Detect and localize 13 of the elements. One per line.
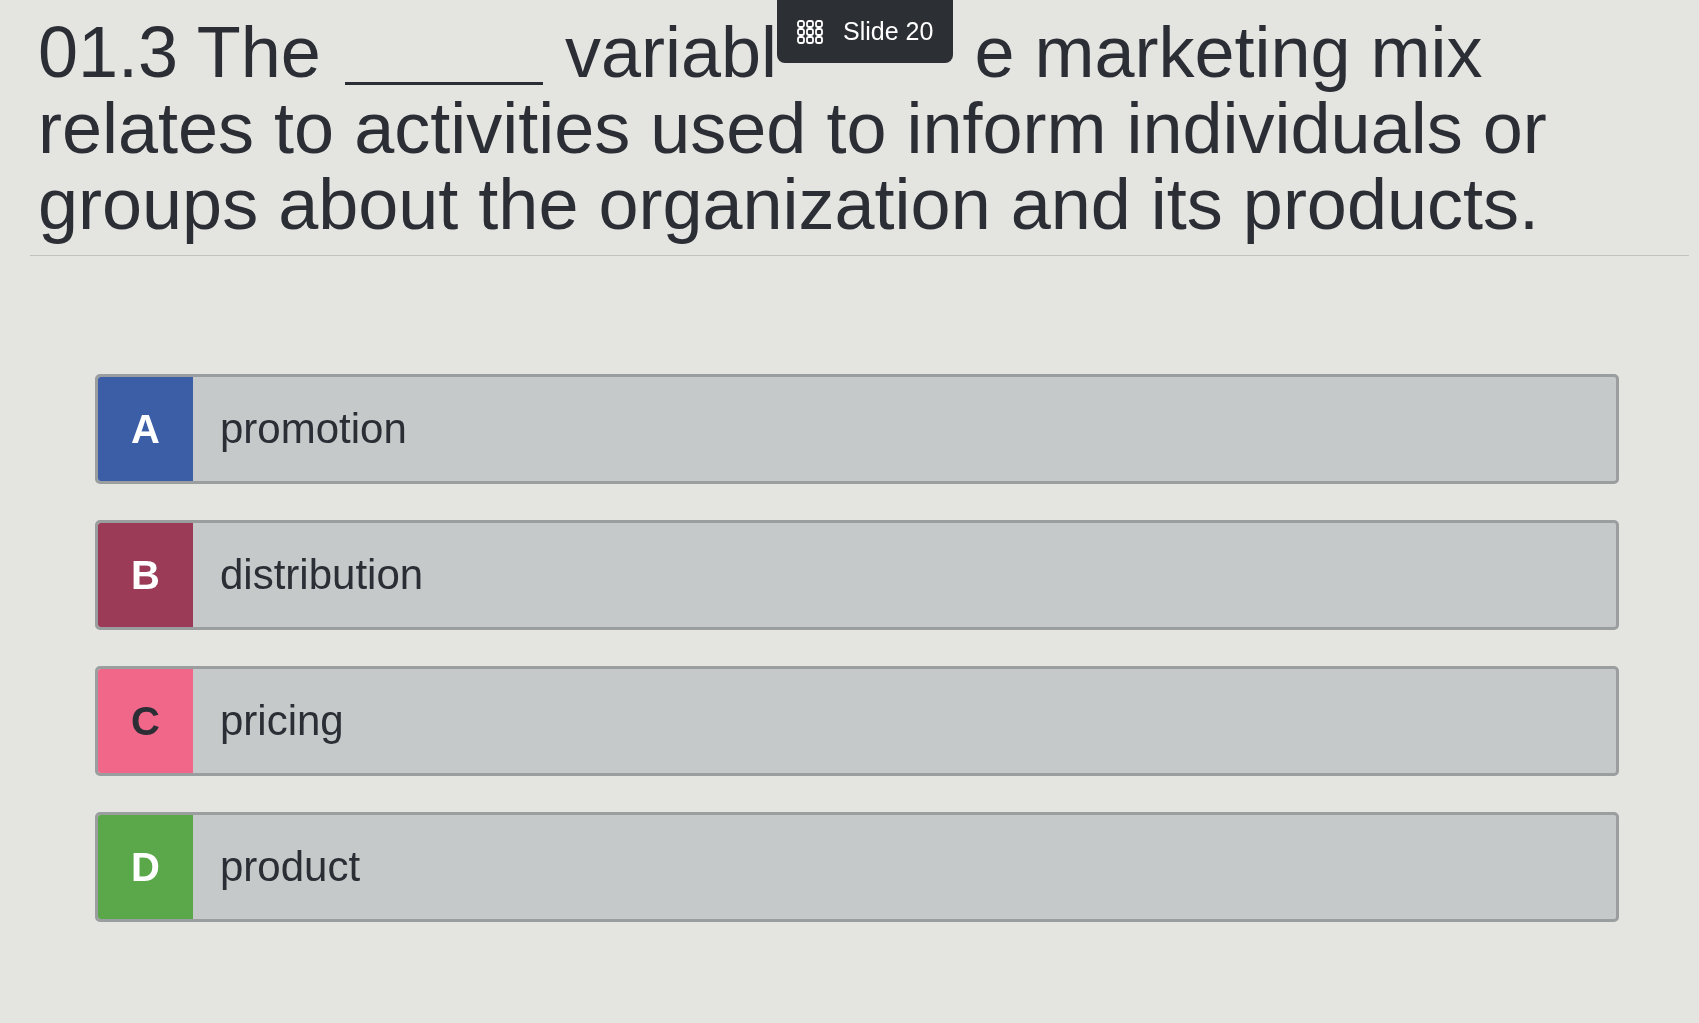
answer-option[interactable]: D product — [95, 812, 1619, 922]
letter-tile: B — [98, 523, 193, 627]
letter-tile: A — [98, 377, 193, 481]
answer-option[interactable]: C pricing — [95, 666, 1619, 776]
question-text: 01.3 The — [38, 14, 321, 90]
answer-option[interactable]: A promotion — [95, 374, 1619, 484]
question-text: e marketing mix — [974, 14, 1483, 90]
letter-tile: D — [98, 815, 193, 919]
slide-button[interactable]: Slide 20 — [777, 0, 954, 63]
answer-option[interactable]: B distribution — [95, 520, 1619, 630]
grid-icon — [797, 19, 823, 44]
letter-tile: C — [98, 669, 193, 773]
question-text: variabl — [564, 14, 777, 90]
